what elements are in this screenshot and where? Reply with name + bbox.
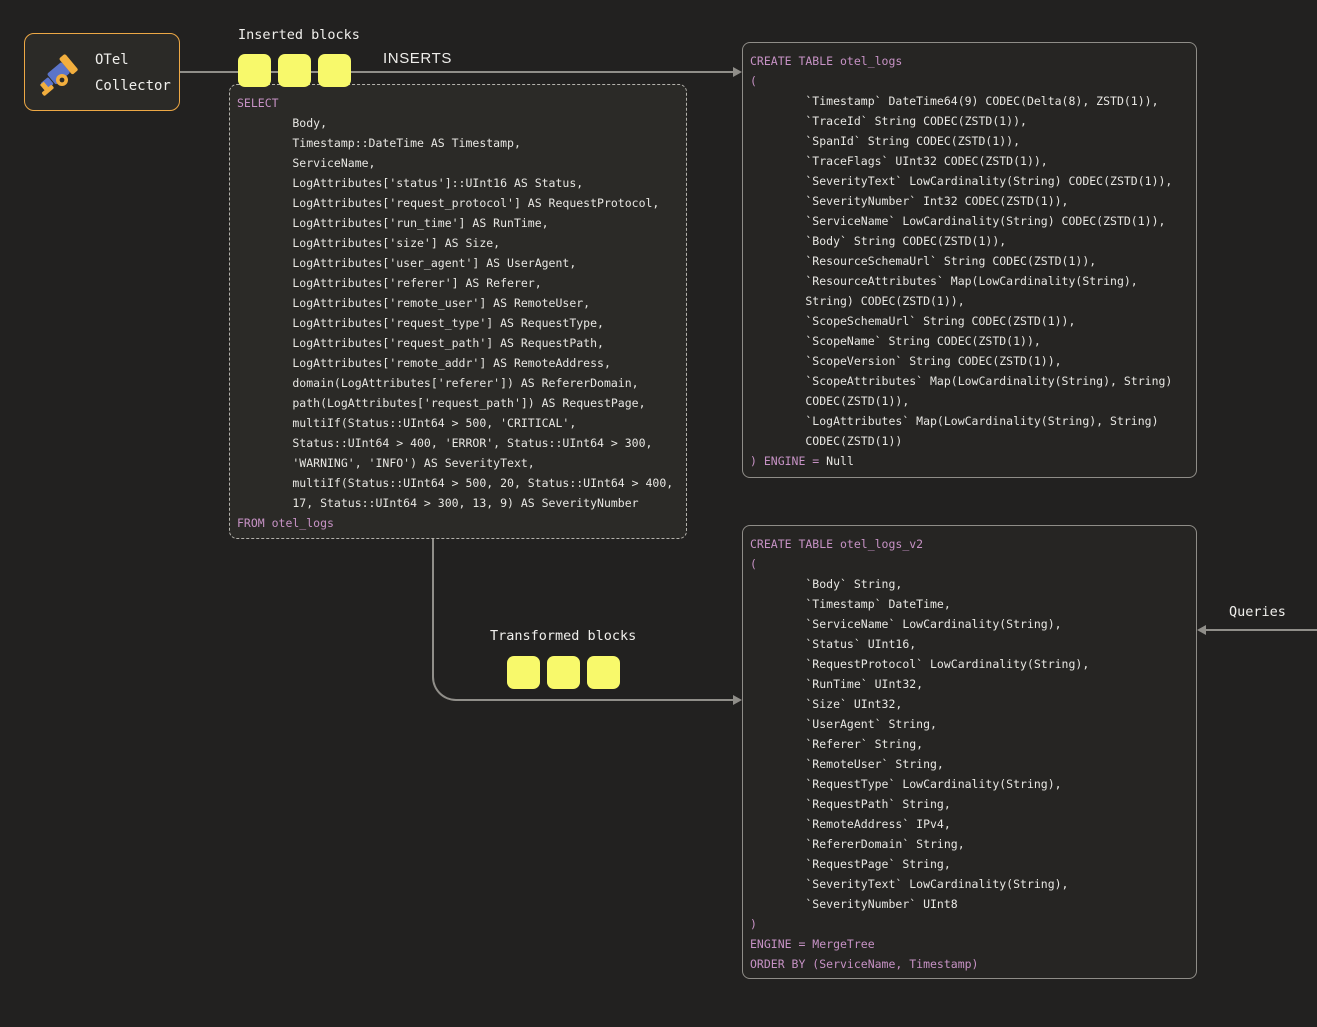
code-line: `RequestProtocol` LowCardinality(String)… [750,654,1188,674]
code-line: ORDER BY (ServiceName, Timestamp) [750,954,1188,974]
code-line: multiIf(Status::UInt64 > 500, 'CRITICAL'… [237,413,678,433]
code-line: Timestamp::DateTime AS Timestamp, [237,133,678,153]
code-line: LogAttributes['remote_addr'] AS RemoteAd… [237,353,678,373]
code-line: CODEC(ZSTD(1)) [750,431,1188,451]
code-line: SELECT [237,93,678,113]
code-line: multiIf(Status::UInt64 > 500, 20, Status… [237,473,678,493]
code-line: LogAttributes['run_time'] AS RunTime, [237,213,678,233]
code-line: LogAttributes['remote_user'] AS RemoteUs… [237,293,678,313]
code-line: domain(LogAttributes['referer']) AS Refe… [237,373,678,393]
code-line: `ResourceSchemaUrl` String CODEC(ZSTD(1)… [750,251,1188,271]
code-line: CREATE TABLE otel_logs_v2 [750,534,1188,554]
code-line: Status::UInt64 > 400, 'ERROR', Status::U… [237,433,678,453]
code-line: String) CODEC(ZSTD(1)), [750,291,1188,311]
inserted-block-3 [318,54,351,87]
code-line: LogAttributes['size'] AS Size, [237,233,678,253]
code-line: `ResourceAttributes` Map(LowCardinality(… [750,271,1188,291]
code-line: `Body` String CODEC(ZSTD(1)), [750,231,1188,251]
code-line: `ScopeVersion` String CODEC(ZSTD(1)), [750,351,1188,371]
otel-collector-name-line2: Collector [95,73,171,99]
code-line: `SeverityNumber` Int32 CODEC(ZSTD(1)), [750,191,1188,211]
select-query-codeblock: SELECT Body, Timestamp::DateTime AS Time… [229,84,687,539]
code-line: LogAttributes['referer'] AS Referer, [237,273,678,293]
code-line: `RequestPage` String, [750,854,1188,874]
code-line: CREATE TABLE otel_logs [750,51,1188,71]
telescope-icon [35,49,83,97]
code-line: `ScopeSchemaUrl` String CODEC(ZSTD(1)), [750,311,1188,331]
code-line: `ScopeName` String CODEC(ZSTD(1)), [750,331,1188,351]
code-line: `RequestPath` String, [750,794,1188,814]
code-line: `Status` UInt16, [750,634,1188,654]
transformed-block-3 [587,656,620,689]
code-line: 'WARNING', 'INFO') AS SeverityText, [237,453,678,473]
code-line: `SeverityText` LowCardinality(String), [750,874,1188,894]
code-line: `Size` UInt32, [750,694,1188,714]
code-line: `ServiceName` LowCardinality(String) COD… [750,211,1188,231]
code-line: LogAttributes['user_agent'] AS UserAgent… [237,253,678,273]
code-line: `TraceId` String CODEC(ZSTD(1)), [750,111,1188,131]
code-line: ENGINE = MergeTree [750,934,1188,954]
inserted-blocks-label: Inserted blocks [238,26,360,44]
code-line: `SeverityText` LowCardinality(String) CO… [750,171,1188,191]
transformed-block-1 [507,656,540,689]
inserts-arrowhead-icon [733,67,742,77]
code-line: `SeverityNumber` UInt8 [750,894,1188,914]
otel-logs-v2-table-codeblock: CREATE TABLE otel_logs_v2( `Body` String… [742,525,1197,979]
code-line: `RequestType` LowCardinality(String), [750,774,1188,794]
queries-arrowhead-icon [1197,625,1206,635]
code-line: `TraceFlags` UInt32 CODEC(ZSTD(1)), [750,151,1188,171]
code-line: ServiceName, [237,153,678,173]
code-line: CODEC(ZSTD(1)), [750,391,1188,411]
transformed-blocks-label: Transformed blocks [490,627,636,645]
otel-logs-table-codeblock: CREATE TABLE otel_logs( `Timestamp` Date… [742,42,1197,478]
code-line: ) ENGINE = Null [750,451,1188,471]
transformed-block-2 [547,656,580,689]
code-line: `ScopeAttributes` Map(LowCardinality(Str… [750,371,1188,391]
code-line: `RemoteUser` String, [750,754,1188,774]
queries-arrow-line [1204,629,1317,631]
otel-collector-name-line1: OTel [95,47,171,73]
inserts-label: INSERTS [383,50,452,67]
transform-connector-line [432,539,734,701]
code-line: `ServiceName` LowCardinality(String), [750,614,1188,634]
code-line: `RefererDomain` String, [750,834,1188,854]
transform-arrowhead-icon [733,695,742,705]
inserted-block-1 [238,54,271,87]
code-line: ( [750,71,1188,91]
code-line: `Timestamp` DateTime, [750,594,1188,614]
code-line: `SpanId` String CODEC(ZSTD(1)), [750,131,1188,151]
code-line: path(LogAttributes['request_path']) AS R… [237,393,678,413]
code-line: `LogAttributes` Map(LowCardinality(Strin… [750,411,1188,431]
code-line: LogAttributes['status']::UInt16 AS Statu… [237,173,678,193]
code-line: ( [750,554,1188,574]
otel-collector-card: OTel Collector [24,33,180,111]
code-line: `UserAgent` String, [750,714,1188,734]
code-line: `Body` String, [750,574,1188,594]
queries-label: Queries [1229,603,1286,621]
code-line: `Timestamp` DateTime64(9) CODEC(Delta(8)… [750,91,1188,111]
code-line: ) [750,914,1188,934]
code-line: `Referer` String, [750,734,1188,754]
code-line: `RunTime` UInt32, [750,674,1188,694]
code-line: Body, [237,113,678,133]
code-line: 17, Status::UInt64 > 300, 13, 9) AS Seve… [237,493,678,513]
code-line: FROM otel_logs [237,513,678,533]
code-line: LogAttributes['request_type'] AS Request… [237,313,678,333]
code-line: `RemoteAddress` IPv4, [750,814,1188,834]
code-line: LogAttributes['request_path'] AS Request… [237,333,678,353]
inserted-block-2 [278,54,311,87]
code-line: LogAttributes['request_protocol'] AS Req… [237,193,678,213]
